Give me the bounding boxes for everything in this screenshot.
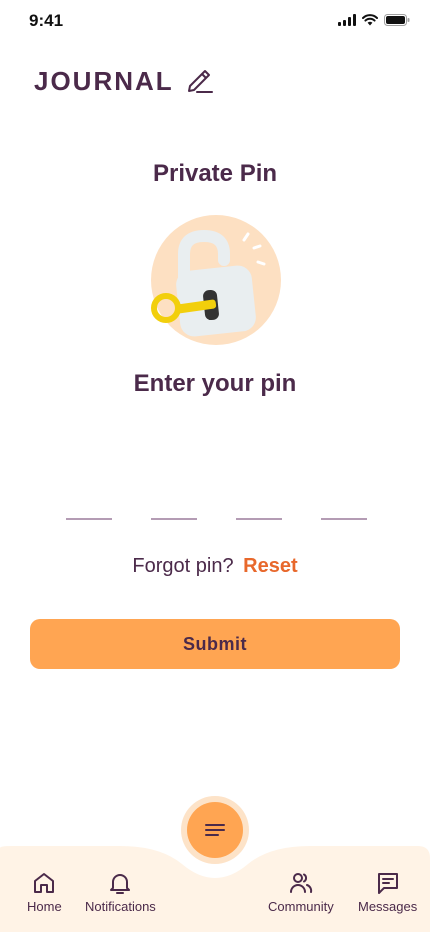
bell-icon — [110, 874, 131, 894]
nav-item-messages[interactable]: Messages — [358, 870, 417, 914]
nav-label-home: Home — [27, 899, 62, 914]
battery-icon — [384, 14, 410, 26]
status-time: 9:41 — [29, 11, 64, 30]
users-icon — [289, 873, 312, 893]
nav-item-community[interactable]: Community — [268, 870, 334, 914]
wifi-icon — [362, 14, 378, 26]
pin-input-group — [66, 508, 367, 520]
pin-digit-3[interactable] — [236, 508, 282, 520]
pin-digit-2[interactable] — [151, 508, 197, 520]
menu-fab-button[interactable] — [187, 802, 243, 858]
pin-digit-1[interactable] — [66, 508, 112, 520]
status-bar: 9:41 — [0, 0, 430, 44]
nav-label-community: Community — [268, 899, 334, 914]
menu-icon — [205, 824, 225, 836]
home-icon — [34, 873, 55, 893]
pin-digit-4[interactable] — [321, 508, 367, 520]
page-title: Private Pin — [152, 160, 278, 187]
reset-link[interactable]: Reset — [243, 555, 297, 577]
enter-pin-heading: Enter your pin — [133, 370, 297, 397]
pencil-icon[interactable] — [184, 64, 214, 99]
forgot-pin-text: Forgot pin? — [132, 555, 234, 577]
submit-button[interactable]: Submit — [30, 619, 400, 669]
nav-label-messages: Messages — [358, 899, 418, 914]
message-icon — [377, 873, 398, 894]
forgot-pin-row: Forgot pin? Reset — [0, 555, 430, 578]
app-title: JOURNAL — [34, 66, 174, 96]
nav-item-home[interactable]: Home — [27, 870, 62, 914]
status-icons — [338, 14, 410, 26]
nav-label-notifications: Notifications — [85, 899, 156, 914]
nav-item-notifications[interactable]: Notifications — [85, 870, 156, 914]
signal-icon — [338, 14, 356, 26]
lock-key-illustration — [146, 214, 286, 354]
header: JOURNAL — [34, 64, 214, 99]
